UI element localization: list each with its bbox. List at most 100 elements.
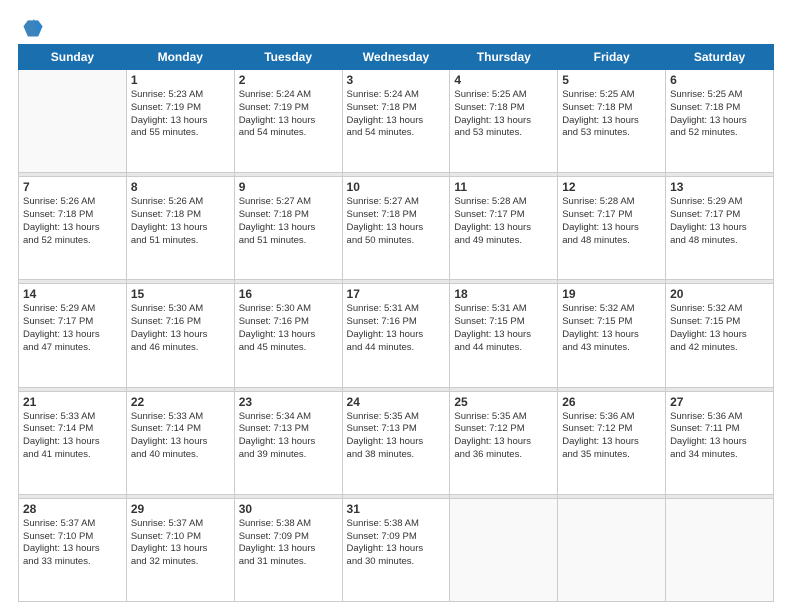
calendar-cell: 26Sunrise: 5:36 AM Sunset: 7:12 PM Dayli… — [558, 391, 666, 494]
day-info: Sunrise: 5:33 AM Sunset: 7:14 PM Dayligh… — [23, 411, 122, 462]
day-info: Sunrise: 5:26 AM Sunset: 7:18 PM Dayligh… — [131, 196, 230, 247]
day-info: Sunrise: 5:27 AM Sunset: 7:18 PM Dayligh… — [347, 196, 446, 247]
day-number: 28 — [23, 502, 122, 516]
day-number: 16 — [239, 287, 338, 301]
day-number: 14 — [23, 287, 122, 301]
day-number: 12 — [562, 180, 661, 194]
day-info: Sunrise: 5:25 AM Sunset: 7:18 PM Dayligh… — [562, 89, 661, 140]
day-info: Sunrise: 5:23 AM Sunset: 7:19 PM Dayligh… — [131, 89, 230, 140]
logo-icon — [22, 16, 44, 38]
day-number: 21 — [23, 395, 122, 409]
calendar-table: SundayMondayTuesdayWednesdayThursdayFrid… — [18, 44, 774, 602]
day-info: Sunrise: 5:35 AM Sunset: 7:12 PM Dayligh… — [454, 411, 553, 462]
calendar-cell: 5Sunrise: 5:25 AM Sunset: 7:18 PM Daylig… — [558, 70, 666, 173]
calendar-week-row: 1Sunrise: 5:23 AM Sunset: 7:19 PM Daylig… — [19, 70, 774, 173]
calendar-cell: 30 Sunrise: 5:38 AM Sunset: 7:09 PM Dayli… — [234, 498, 342, 601]
day-info: Sunrise: 5:36 AM Sunset: 7:11 PM Dayligh… — [670, 411, 769, 462]
calendar-cell: 12 Sunrise: 5:28 AM Sunset: 7:17 PM Dayli… — [558, 177, 666, 280]
calendar-cell: 2 Sunrise: 5:24 AM Sunset: 7:19 PM Daylig… — [234, 70, 342, 173]
day-info: Sunrise: 5:27 AM Sunset: 7:18 PM Dayligh… — [239, 196, 338, 247]
weekday-header: Saturday — [666, 45, 774, 70]
calendar-cell: 11Sunrise: 5:28 AM Sunset: 7:17 PM Dayli… — [450, 177, 558, 280]
day-number: 27 — [670, 395, 769, 409]
weekday-header: Sunday — [19, 45, 127, 70]
day-number: 9 — [239, 180, 338, 194]
day-number: 11 — [454, 180, 553, 194]
calendar-cell — [558, 498, 666, 601]
day-info: Sunrise: 5:24 AM Sunset: 7:19 PM Dayligh… — [239, 89, 338, 140]
day-info: Sunrise: 5:38 AM Sunset: 7:09 PM Dayligh… — [347, 518, 446, 569]
day-info: Sunrise: 5:37 AM Sunset: 7:10 PM Dayligh… — [23, 518, 122, 569]
calendar-cell: 24 Sunrise: 5:35 AM Sunset: 7:13 PM Dayli… — [342, 391, 450, 494]
day-number: 8 — [131, 180, 230, 194]
day-number: 19 — [562, 287, 661, 301]
day-info: Sunrise: 5:25 AM Sunset: 7:18 PM Dayligh… — [454, 89, 553, 140]
calendar-cell: 29 Sunrise: 5:37 AM Sunset: 7:10 PM Dayli… — [126, 498, 234, 601]
calendar-cell: 22Sunrise: 5:33 AM Sunset: 7:14 PM Dayli… — [126, 391, 234, 494]
day-info: Sunrise: 5:26 AM Sunset: 7:18 PM Dayligh… — [23, 196, 122, 247]
weekday-header: Tuesday — [234, 45, 342, 70]
header — [18, 18, 774, 38]
day-info: Sunrise: 5:31 AM Sunset: 7:15 PM Dayligh… — [454, 303, 553, 354]
page: SundayMondayTuesdayWednesdayThursdayFrid… — [0, 0, 792, 612]
calendar-cell: 9 Sunrise: 5:27 AM Sunset: 7:18 PM Daylig… — [234, 177, 342, 280]
day-info: Sunrise: 5:38 AM Sunset: 7:09 PM Dayligh… — [239, 518, 338, 569]
day-number: 15 — [131, 287, 230, 301]
weekday-header: Monday — [126, 45, 234, 70]
calendar-week-row: 7 Sunrise: 5:26 AM Sunset: 7:18 PM Daylig… — [19, 177, 774, 280]
calendar-cell: 3 Sunrise: 5:24 AM Sunset: 7:18 PM Daylig… — [342, 70, 450, 173]
day-info: Sunrise: 5:31 AM Sunset: 7:16 PM Dayligh… — [347, 303, 446, 354]
day-info: Sunrise: 5:33 AM Sunset: 7:14 PM Dayligh… — [131, 411, 230, 462]
day-info: Sunrise: 5:25 AM Sunset: 7:18 PM Dayligh… — [670, 89, 769, 140]
day-info: Sunrise: 5:34 AM Sunset: 7:13 PM Dayligh… — [239, 411, 338, 462]
day-info: Sunrise: 5:35 AM Sunset: 7:13 PM Dayligh… — [347, 411, 446, 462]
calendar-cell: 17 Sunrise: 5:31 AM Sunset: 7:16 PM Dayli… — [342, 284, 450, 387]
day-number: 7 — [23, 180, 122, 194]
day-info: Sunrise: 5:28 AM Sunset: 7:17 PM Dayligh… — [562, 196, 661, 247]
day-info: Sunrise: 5:32 AM Sunset: 7:15 PM Dayligh… — [670, 303, 769, 354]
day-number: 30 — [239, 502, 338, 516]
calendar-week-row: 28 Sunrise: 5:37 AM Sunset: 7:10 PM Dayli… — [19, 498, 774, 601]
calendar-cell — [19, 70, 127, 173]
day-number: 26 — [562, 395, 661, 409]
calendar-cell: 6Sunrise: 5:25 AM Sunset: 7:18 PM Daylig… — [666, 70, 774, 173]
day-number: 4 — [454, 73, 553, 87]
day-number: 2 — [239, 73, 338, 87]
day-info: Sunrise: 5:32 AM Sunset: 7:15 PM Dayligh… — [562, 303, 661, 354]
day-info: Sunrise: 5:29 AM Sunset: 7:17 PM Dayligh… — [23, 303, 122, 354]
day-info: Sunrise: 5:30 AM Sunset: 7:16 PM Dayligh… — [239, 303, 338, 354]
calendar-cell — [450, 498, 558, 601]
day-info: Sunrise: 5:24 AM Sunset: 7:18 PM Dayligh… — [347, 89, 446, 140]
calendar-cell: 28 Sunrise: 5:37 AM Sunset: 7:10 PM Dayli… — [19, 498, 127, 601]
day-number: 10 — [347, 180, 446, 194]
calendar-week-row: 14 Sunrise: 5:29 AM Sunset: 7:17 PM Dayli… — [19, 284, 774, 387]
weekday-header: Thursday — [450, 45, 558, 70]
day-number: 29 — [131, 502, 230, 516]
calendar-cell: 21 Sunrise: 5:33 AM Sunset: 7:14 PM Dayli… — [19, 391, 127, 494]
day-info: Sunrise: 5:29 AM Sunset: 7:17 PM Dayligh… — [670, 196, 769, 247]
logo — [18, 18, 44, 38]
calendar-cell: 14 Sunrise: 5:29 AM Sunset: 7:17 PM Dayli… — [19, 284, 127, 387]
day-number: 17 — [347, 287, 446, 301]
calendar-cell: 13Sunrise: 5:29 AM Sunset: 7:17 PM Dayli… — [666, 177, 774, 280]
day-number: 20 — [670, 287, 769, 301]
calendar-cell: 19 Sunrise: 5:32 AM Sunset: 7:15 PM Dayli… — [558, 284, 666, 387]
calendar-cell: 23 Sunrise: 5:34 AM Sunset: 7:13 PM Dayli… — [234, 391, 342, 494]
day-number: 31 — [347, 502, 446, 516]
calendar-cell — [666, 498, 774, 601]
calendar-cell: 1Sunrise: 5:23 AM Sunset: 7:19 PM Daylig… — [126, 70, 234, 173]
calendar-cell: 16 Sunrise: 5:30 AM Sunset: 7:16 PM Dayli… — [234, 284, 342, 387]
calendar-cell: 15Sunrise: 5:30 AM Sunset: 7:16 PM Dayli… — [126, 284, 234, 387]
day-number: 18 — [454, 287, 553, 301]
calendar-header-row: SundayMondayTuesdayWednesdayThursdayFrid… — [19, 45, 774, 70]
day-number: 3 — [347, 73, 446, 87]
calendar-cell: 27 Sunrise: 5:36 AM Sunset: 7:11 PM Dayli… — [666, 391, 774, 494]
day-number: 23 — [239, 395, 338, 409]
day-number: 24 — [347, 395, 446, 409]
day-number: 25 — [454, 395, 553, 409]
calendar-cell: 8 Sunrise: 5:26 AM Sunset: 7:18 PM Daylig… — [126, 177, 234, 280]
calendar-cell: 10 Sunrise: 5:27 AM Sunset: 7:18 PM Dayli… — [342, 177, 450, 280]
calendar-cell: 31 Sunrise: 5:38 AM Sunset: 7:09 PM Dayli… — [342, 498, 450, 601]
day-info: Sunrise: 5:37 AM Sunset: 7:10 PM Dayligh… — [131, 518, 230, 569]
weekday-header: Wednesday — [342, 45, 450, 70]
